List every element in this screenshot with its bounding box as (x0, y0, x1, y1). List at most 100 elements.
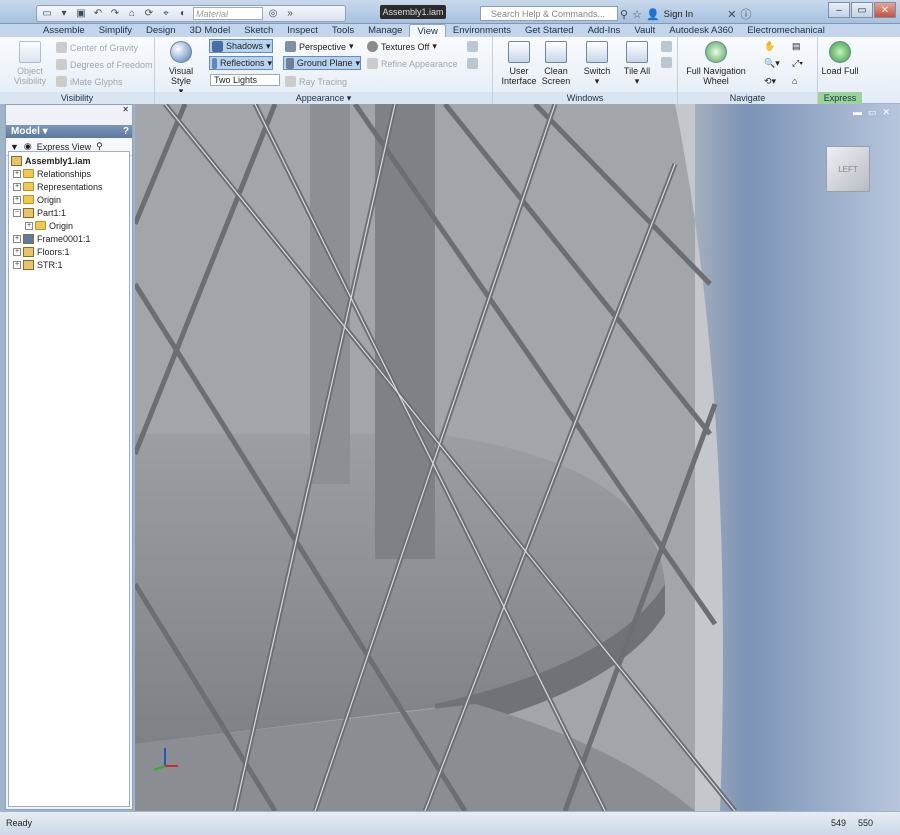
save-icon[interactable]: ▣ (74, 7, 88, 20)
tree-item-frame[interactable]: + Frame0001:1 (9, 232, 129, 245)
tab-design[interactable]: Design (139, 24, 183, 37)
tab-view[interactable]: View (409, 24, 446, 37)
expand-icon[interactable]: + (13, 247, 21, 256)
pan-button[interactable]: ✋ (764, 41, 775, 52)
ground-plane-button[interactable]: Ground Plane ▾ (283, 56, 361, 70)
more-icon[interactable]: » (283, 7, 297, 20)
expand-icon[interactable]: + (13, 195, 21, 204)
user-icon[interactable]: 👤 (646, 8, 660, 21)
star-icon[interactable]: ☆ (632, 8, 642, 21)
tree-item-floors[interactable]: + Floors:1 (9, 245, 129, 258)
zoom-all-button[interactable]: ⤢▾ (792, 58, 803, 69)
tab-vault[interactable]: Vault (627, 24, 662, 37)
collapse-icon[interactable]: − (13, 208, 21, 217)
orbit-button[interactable]: ⟲▾ (764, 76, 776, 87)
filter-icon[interactable]: ▼ (10, 142, 19, 152)
expand-icon[interactable]: + (13, 182, 21, 191)
close-button[interactable]: ✕ (874, 2, 896, 18)
open-icon[interactable]: ▾ (57, 7, 71, 20)
browser-close-icon[interactable]: ✕ (6, 105, 132, 115)
load-full-button[interactable]: Load Full (820, 41, 860, 76)
refine-icon (367, 58, 378, 69)
tab-sketch[interactable]: Sketch (237, 24, 280, 37)
imate-glyphs-button[interactable]: iMate Glyphs (56, 76, 123, 87)
user-interface-button[interactable]: User Interface (501, 41, 537, 86)
home-view-button[interactable]: ⌂ (792, 76, 797, 86)
maximize-button[interactable]: ▭ (851, 2, 873, 18)
exchange-icon[interactable]: ✕ (727, 8, 736, 21)
update-icon[interactable]: ⟳ (142, 7, 156, 20)
look-at-button[interactable]: ▤ (792, 41, 801, 52)
object-visibility-label: Object Visibility (13, 66, 47, 86)
textures-off-button[interactable]: Textures Off ▾ (367, 41, 437, 52)
center-of-gravity-button[interactable]: Center of Gravity (56, 42, 138, 53)
shadows-button[interactable]: Shadows ▾ (209, 39, 273, 53)
cascade-button[interactable] (661, 41, 672, 52)
browser-header[interactable]: Model ▾? (6, 125, 132, 138)
tab-add-ins[interactable]: Add-Ins (581, 24, 628, 37)
tree-item-representations[interactable]: + Representations (9, 180, 129, 193)
lighting-dropdown[interactable]: Two Lights (210, 74, 280, 86)
tree-item-origin[interactable]: + Origin (9, 193, 129, 206)
viewport-minimize-icon[interactable]: ▬ (853, 107, 862, 118)
tree-item-part1-origin[interactable]: + Origin (9, 219, 129, 232)
sign-in-button[interactable]: Sign In (664, 9, 694, 20)
search-input[interactable]: Search Help & Commands... (480, 6, 618, 21)
arrange-button[interactable] (661, 57, 672, 68)
switch-button[interactable]: Switch ▾ (579, 41, 615, 86)
redo-icon[interactable]: ↷ (108, 7, 122, 20)
undo-icon[interactable]: ↶ (91, 7, 105, 20)
tab-simplify[interactable]: Simplify (92, 24, 139, 37)
tree-item-str[interactable]: + STR:1 (9, 258, 129, 271)
viewport-close-icon[interactable]: ✕ (882, 107, 890, 118)
tile-all-label: Tile All (623, 66, 651, 76)
viewcube[interactable]: LEFT (826, 146, 870, 192)
minimize-button[interactable]: – (828, 2, 850, 18)
tree-item-relationships[interactable]: + Relationships (9, 167, 129, 180)
appearance-extra2-button[interactable] (467, 58, 478, 69)
select-icon[interactable]: ⌖ (159, 7, 173, 20)
viewport-restore-icon[interactable]: ▭ (868, 107, 877, 118)
tab-inspect[interactable]: Inspect (280, 24, 325, 37)
tab-manage[interactable]: Manage (361, 24, 409, 37)
tab-3d-model[interactable]: 3D Model (183, 24, 238, 37)
ribbon: Object Visibility Center of Gravity Degr… (0, 37, 900, 104)
ray-tracing-button[interactable]: Ray Tracing (285, 76, 347, 87)
graphics-viewport[interactable]: ▬ ▭ ✕ LEFT (135, 104, 900, 811)
visual-style-button[interactable]: Visual Style ▾ (158, 41, 204, 96)
tree-item-assembly[interactable]: Assembly1.iam (9, 154, 129, 167)
tab-environments[interactable]: Environments (446, 24, 518, 37)
measure-icon[interactable]: ◐ (176, 7, 190, 20)
expand-icon[interactable]: + (25, 221, 33, 230)
tab-get-started[interactable]: Get Started (518, 24, 581, 37)
clean-screen-button[interactable]: Clean Screen (539, 41, 573, 86)
zoom-button[interactable]: 🔍▾ (764, 58, 780, 69)
tab-autodesk-a360[interactable]: Autodesk A360 (662, 24, 740, 37)
home-icon[interactable]: ⌂ (125, 7, 139, 20)
material-dropdown[interactable]: Material (193, 7, 263, 20)
perspective-button[interactable]: Perspective ▾ (285, 41, 354, 52)
browser-title: Model (11, 126, 40, 137)
refine-appearance-button[interactable]: Refine Appearance (367, 58, 458, 69)
browser-help-icon[interactable]: ? (123, 125, 129, 138)
degrees-of-freedom-button[interactable]: Degrees of Freedom (56, 59, 153, 70)
expand-icon[interactable]: + (13, 169, 21, 178)
full-navigation-wheel-button[interactable]: Full Navigation Wheel (684, 41, 748, 86)
expand-icon[interactable]: + (13, 260, 21, 269)
expand-icon[interactable]: + (13, 234, 21, 243)
reflections-button[interactable]: Reflections ▾ (209, 56, 273, 70)
tab-electromechanical[interactable]: Electromechanical (740, 24, 832, 37)
dof-icon (56, 59, 67, 70)
tab-assemble[interactable]: Assemble (36, 24, 92, 37)
appearance-extra-button[interactable] (467, 41, 478, 52)
navigate-panel: Full Navigation Wheel ✋ 🔍▾ ⟲▾ ▤ ⤢▾ ⌂ Nav… (678, 37, 818, 104)
object-visibility-button[interactable]: Object Visibility (10, 41, 50, 86)
tile-all-button[interactable]: Tile All ▾ (619, 41, 655, 86)
appearance-icon[interactable]: ◎ (266, 7, 280, 20)
tab-tools[interactable]: Tools (325, 24, 361, 37)
express-view-button[interactable]: Express View (37, 142, 91, 152)
help-icon[interactable]: ⓘ (740, 6, 751, 22)
binoculars-icon[interactable]: ⚲ (620, 8, 628, 21)
tree-item-part1[interactable]: − Part1:1 (9, 206, 129, 219)
new-icon[interactable]: ▭ (40, 7, 54, 20)
